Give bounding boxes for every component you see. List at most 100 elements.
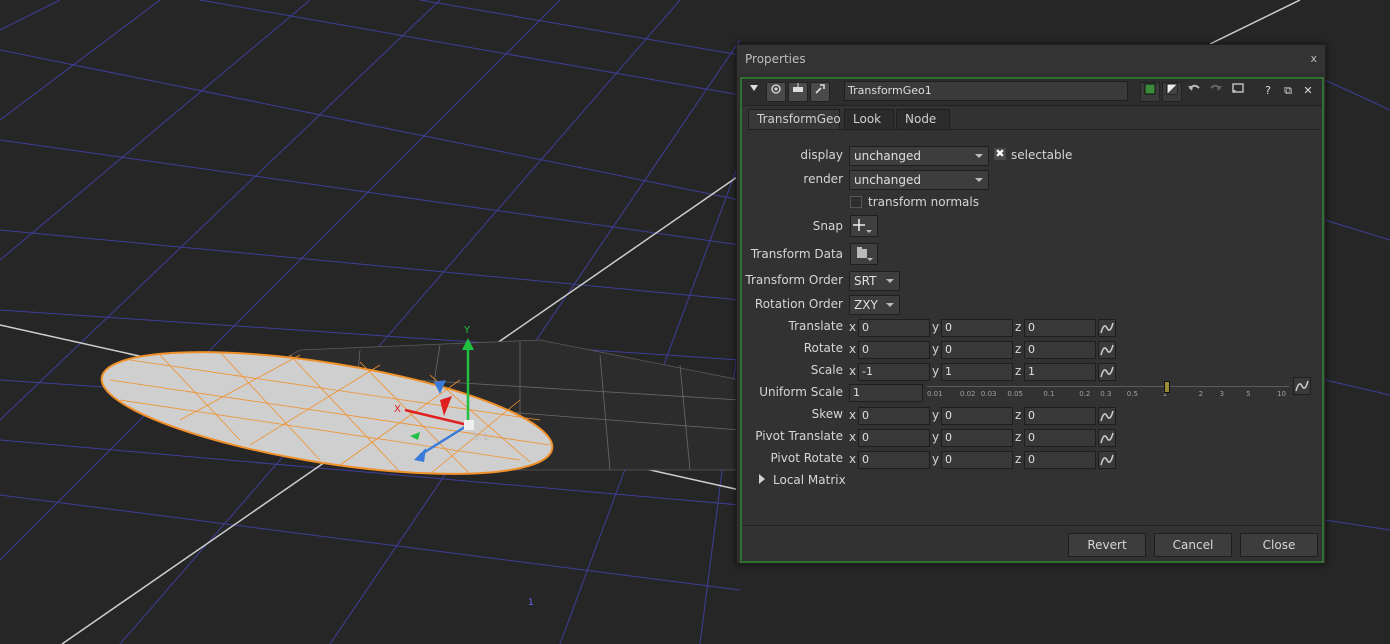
pivot-rotate-z-axis: z — [1015, 452, 1022, 466]
translate-animation-button[interactable] — [1098, 319, 1116, 337]
rotation-order-dropdown[interactable]: ZXY — [849, 295, 900, 315]
snap-label: Snap — [812, 219, 843, 233]
transform-order-dropdown[interactable]: SRT — [849, 271, 900, 291]
skew-z-input[interactable]: 0 — [1024, 407, 1096, 425]
render-label: render — [803, 172, 843, 186]
properties-panel: Properties x TransformGeo1 ? ⧉ ✕ Transfo… — [736, 44, 1326, 564]
pivot-translate-y-input[interactable]: 0 — [941, 429, 1013, 447]
pivot-rotate-z-input[interactable]: 0 — [1024, 451, 1096, 469]
rotate-z-input[interactable]: 0 — [1024, 341, 1096, 359]
selectable-label: selectable — [1011, 148, 1073, 162]
slider-tick-label: 3 — [1219, 390, 1225, 398]
float-icon[interactable]: ⧉ — [1278, 82, 1298, 102]
local-matrix-label[interactable]: Local Matrix — [773, 473, 846, 487]
snap-icon — [853, 219, 872, 233]
pivot-rotate-x-input[interactable]: 0 — [858, 451, 930, 469]
translate-x-input[interactable]: 0 — [858, 319, 930, 337]
slider-tick-label: 10 — [1277, 390, 1286, 398]
rotation-order-label: Rotation Order — [754, 297, 843, 311]
transform-data-label: Transform Data — [750, 247, 843, 261]
skew-x-axis: x — [849, 408, 857, 422]
scale-z-axis: z — [1015, 364, 1022, 378]
uniform-scale-input[interactable]: 1 — [849, 384, 923, 402]
node-color-icon[interactable] — [1140, 82, 1160, 102]
revert-button[interactable]: Revert — [1068, 533, 1146, 557]
curve-icon — [1295, 380, 1309, 392]
node-name-input[interactable]: TransformGeo1 — [844, 81, 1128, 101]
snap-button[interactable] — [850, 215, 878, 237]
pivot-rotate-y-axis: y — [932, 452, 940, 466]
node-properties: TransformGeo1 ? ⧉ ✕ TransformGeo Look No… — [740, 77, 1324, 563]
node-toolbar: TransformGeo1 ? ⧉ ✕ — [742, 79, 1322, 106]
scale-x-input[interactable]: -1 — [858, 363, 930, 381]
transform-normals-checkbox[interactable] — [850, 196, 862, 208]
slider-tick-label: 0.5 — [1126, 390, 1138, 398]
tab-transformgeo[interactable]: TransformGeo — [748, 109, 841, 129]
translate-z-axis: z — [1015, 320, 1022, 334]
tab-node[interactable]: Node — [896, 109, 950, 129]
undo-icon[interactable] — [1184, 82, 1204, 102]
wrench-icon[interactable] — [810, 82, 830, 102]
rotate-x-axis: x — [849, 342, 857, 356]
curve-icon — [1100, 322, 1114, 334]
curve-icon — [1100, 432, 1114, 444]
viewport-grid-label: 1 — [528, 598, 534, 608]
panel-titlebar[interactable]: Properties x — [737, 45, 1325, 73]
translate-z-input[interactable]: 0 — [1024, 319, 1096, 337]
help-icon[interactable]: ? — [1258, 82, 1278, 102]
slider-tick-label: 0.01 — [927, 390, 943, 398]
node-color2-icon[interactable] — [1162, 82, 1182, 102]
slider-tick-label: 0.05 — [1007, 390, 1023, 398]
uniform-scale-label: Uniform Scale — [759, 385, 843, 399]
translate-x-axis: x — [849, 320, 857, 334]
pivot-translate-animation-button[interactable] — [1098, 429, 1116, 447]
redo-icon[interactable] — [1206, 82, 1226, 102]
pivot-rotate-animation-button[interactable] — [1098, 451, 1116, 469]
translate-label: Translate — [788, 319, 844, 333]
skew-y-input[interactable]: 0 — [941, 407, 1013, 425]
rotate-y-input[interactable]: 0 — [941, 341, 1013, 359]
pivot-translate-x-input[interactable]: 0 — [858, 429, 930, 447]
uniform-scale-animation-button[interactable] — [1293, 377, 1311, 395]
scale-y-axis: y — [932, 364, 940, 378]
tab-look[interactable]: Look — [844, 109, 894, 129]
rotate-label: Rotate — [803, 341, 843, 355]
skew-x-input[interactable]: 0 — [858, 407, 930, 425]
pivot-translate-y-axis: y — [932, 430, 940, 444]
close-node-icon[interactable]: ✕ — [1298, 82, 1318, 102]
rotate-z-axis: z — [1015, 342, 1022, 356]
expand-triangle-icon[interactable] — [759, 474, 765, 484]
rotate-y-axis: y — [932, 342, 940, 356]
curve-icon — [1100, 410, 1114, 422]
collapse-icon[interactable] — [744, 82, 764, 102]
pivot-rotate-y-input[interactable]: 0 — [941, 451, 1013, 469]
pivot-translate-z-axis: z — [1015, 430, 1022, 444]
tab-divider — [748, 129, 1320, 130]
slider-handle[interactable] — [1163, 381, 1170, 393]
uniform-scale-slider[interactable]: 0.01 0.02 0.03 0.05 0.1 0.2 0.3 0.5 1 2 3 5 10 — [927, 377, 1289, 398]
translate-y-input[interactable]: 0 — [941, 319, 1013, 337]
slider-track — [927, 386, 1289, 387]
node-graph-icon[interactable] — [788, 82, 808, 102]
panel-title: Properties — [745, 52, 806, 66]
transform-data-button[interactable] — [850, 243, 878, 265]
skew-animation-button[interactable] — [1098, 407, 1116, 425]
slider-tick-label: 5 — [1246, 390, 1251, 398]
display-dropdown[interactable]: unchanged — [849, 146, 989, 166]
rotate-x-input[interactable]: 0 — [858, 341, 930, 359]
revert-icon[interactable] — [1228, 82, 1248, 102]
close-button[interactable]: Close — [1240, 533, 1318, 557]
transform-order-label: Transform Order — [745, 273, 843, 287]
render-dropdown[interactable]: unchanged — [849, 170, 989, 190]
pivot-translate-z-input[interactable]: 0 — [1024, 429, 1096, 447]
panel-close-icon[interactable]: x — [1310, 45, 1317, 73]
display-label: display — [800, 148, 843, 162]
cancel-button[interactable]: Cancel — [1154, 533, 1232, 557]
chevron-down-icon — [975, 178, 983, 182]
slider-tick-label: 0.3 — [1100, 390, 1112, 398]
viewer-icon[interactable] — [766, 82, 786, 102]
rotate-animation-button[interactable] — [1098, 341, 1116, 359]
rotation-order-value: ZXY — [854, 298, 878, 312]
svg-text:Y: Y — [463, 325, 471, 336]
selectable-checkbox[interactable]: ✖ — [994, 148, 1006, 160]
